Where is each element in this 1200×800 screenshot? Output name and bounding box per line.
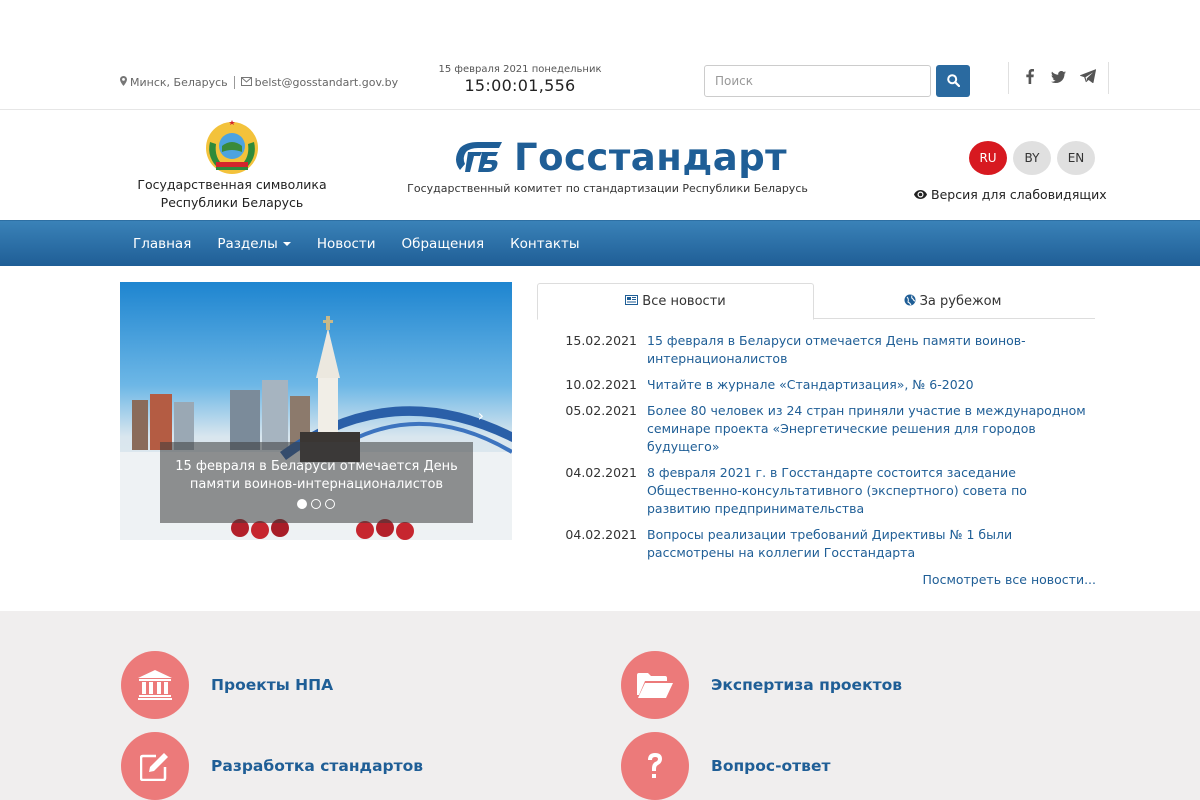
nav-item-label: Разделы xyxy=(217,236,278,252)
news-title-link[interactable]: 15 февраля в Беларуси отмечается День па… xyxy=(647,332,1092,368)
language-switcher: RU BY EN xyxy=(969,141,1095,175)
carousel-caption[interactable]: 15 февраля в Беларуси отмечается День па… xyxy=(160,442,473,523)
site-subtitle: Государственный комитет по стандартизаци… xyxy=(407,182,808,195)
nav-item-label: Главная xyxy=(133,236,192,252)
telegram-icon[interactable] xyxy=(1073,69,1102,87)
search-icon xyxy=(946,72,960,91)
institution-icon xyxy=(121,651,189,719)
site-logo[interactable]: Госстандарт xyxy=(452,136,787,179)
news-item: 04.02.2021 8 февраля 2021 г. в Госстанда… xyxy=(555,464,1100,518)
service-label: Проекты НПА xyxy=(211,676,334,694)
service-npa-projects[interactable]: Проекты НПА xyxy=(121,651,333,719)
tab-abroad[interactable]: За рубежом xyxy=(814,283,1091,319)
emblem-caption[interactable]: Государственная символика Республики Бел… xyxy=(132,176,332,212)
emblem-caption-line1: Государственная символика xyxy=(137,177,327,192)
question-icon xyxy=(621,732,689,800)
main-nav: Главная Разделы Новости Обращения Контак… xyxy=(0,220,1200,266)
nav-item-label: Обращения xyxy=(401,236,485,252)
map-marker-icon xyxy=(120,76,127,89)
divider xyxy=(233,76,235,89)
news-date: 15.02.2021 xyxy=(565,333,637,348)
news-title-link[interactable]: Читайте в журнале «Стандартизация», № 6-… xyxy=(647,376,1092,394)
carousel-dot[interactable] xyxy=(311,499,321,509)
search-button[interactable] xyxy=(936,65,970,97)
news-title-link[interactable]: Вопросы реализации требований Директивы … xyxy=(647,526,1092,562)
nav-item-appeals[interactable]: Обращения xyxy=(389,221,498,267)
news-item: 15.02.2021 15 февраля в Беларуси отмечае… xyxy=(555,332,1100,368)
search-input[interactable] xyxy=(704,65,931,97)
nav-item-home[interactable]: Главная xyxy=(120,221,204,267)
news-item: 05.02.2021 Более 80 человек из 24 стран … xyxy=(555,402,1100,456)
location-text: Минск, Беларусь xyxy=(130,76,228,89)
news-title-link[interactable]: 8 февраля 2021 г. в Госстандарте состоит… xyxy=(647,464,1092,518)
service-label: Вопрос-ответ xyxy=(711,757,831,775)
news-tabs: Все новости За рубежом xyxy=(537,283,1095,320)
carousel-dot[interactable] xyxy=(325,499,335,509)
news-carousel[interactable]: › 15 февраля в Беларуси отмечается День … xyxy=(120,282,512,540)
twitter-icon[interactable] xyxy=(1044,69,1073,87)
news-title-link[interactable]: Более 80 человек из 24 стран приняли уча… xyxy=(647,402,1092,456)
nav-item-label: Контакты xyxy=(510,236,580,252)
logo-text: Госстандарт xyxy=(514,136,788,179)
tab-label: Все новости xyxy=(642,294,726,309)
carousel-dot[interactable] xyxy=(297,499,307,509)
newspaper-icon xyxy=(625,295,639,308)
service-faq[interactable]: Вопрос-ответ xyxy=(621,732,830,800)
service-label: Экспертиза проектов xyxy=(711,676,903,694)
chevron-right-icon[interactable]: › xyxy=(478,406,484,425)
social-links xyxy=(1008,62,1109,94)
nav-item-contacts[interactable]: Контакты xyxy=(497,221,592,267)
service-project-review[interactable]: Экспертиза проектов xyxy=(621,651,902,719)
envelope-icon xyxy=(240,76,252,89)
tab-label: За рубежом xyxy=(919,293,1002,309)
edit-icon xyxy=(121,732,189,800)
top-bar: Минск, Беларусь belst@gosstandart.gov.by… xyxy=(0,0,1200,110)
current-time: 15:00:01,556 xyxy=(464,76,576,95)
state-emblem[interactable] xyxy=(202,118,262,176)
news-date: 10.02.2021 xyxy=(565,377,637,392)
gosstandart-logo-icon xyxy=(452,141,504,174)
contact-info: Минск, Беларусь belst@gosstandart.gov.by xyxy=(120,76,398,89)
site-header: Государственная символика Республики Бел… xyxy=(0,110,1200,220)
search-form xyxy=(704,65,970,97)
emblem-caption-line2: Республики Беларусь xyxy=(160,195,304,210)
service-label: Разработка стандартов xyxy=(211,757,424,775)
news-item: 04.02.2021 Вопросы реализации требований… xyxy=(555,526,1100,562)
news-date: 04.02.2021 xyxy=(565,527,637,542)
all-news-link[interactable]: Посмотреть все новости... xyxy=(900,572,1096,587)
tab-all-news[interactable]: Все новости xyxy=(537,283,814,320)
services-section: Проекты НПА Экспертиза проектов Разработ… xyxy=(0,611,1200,800)
nav-item-sections[interactable]: Разделы xyxy=(204,221,304,267)
globe-icon xyxy=(904,294,916,309)
folder-open-icon xyxy=(621,651,689,719)
low-vision-label: Версия для слабовидящих xyxy=(931,187,1107,202)
nav-item-news[interactable]: Новости xyxy=(304,221,389,267)
clock: 15 февраля 2021 понедельник 15:00:01,556 xyxy=(420,64,620,95)
facebook-icon[interactable] xyxy=(1015,68,1044,88)
lang-ru[interactable]: RU xyxy=(969,141,1007,175)
service-standards-development[interactable]: Разработка стандартов xyxy=(121,732,423,800)
email-link[interactable]: belst@gosstandart.gov.by xyxy=(255,76,398,89)
caret-down-icon xyxy=(282,242,291,246)
news-date: 05.02.2021 xyxy=(565,403,637,418)
carousel-indicators xyxy=(120,499,512,509)
eye-icon xyxy=(914,188,927,202)
news-date: 04.02.2021 xyxy=(565,465,637,480)
current-date: 15 февраля 2021 понедельник xyxy=(438,64,602,75)
nav-item-label: Новости xyxy=(316,236,376,252)
news-item: 10.02.2021 Читайте в журнале «Стандартиз… xyxy=(555,376,1100,394)
lang-en[interactable]: EN xyxy=(1057,141,1095,175)
lang-by[interactable]: BY xyxy=(1013,141,1051,175)
low-vision-link[interactable]: Версия для слабовидящих xyxy=(914,187,1107,202)
news-list: 15.02.2021 15 февраля в Беларуси отмечае… xyxy=(555,332,1100,570)
